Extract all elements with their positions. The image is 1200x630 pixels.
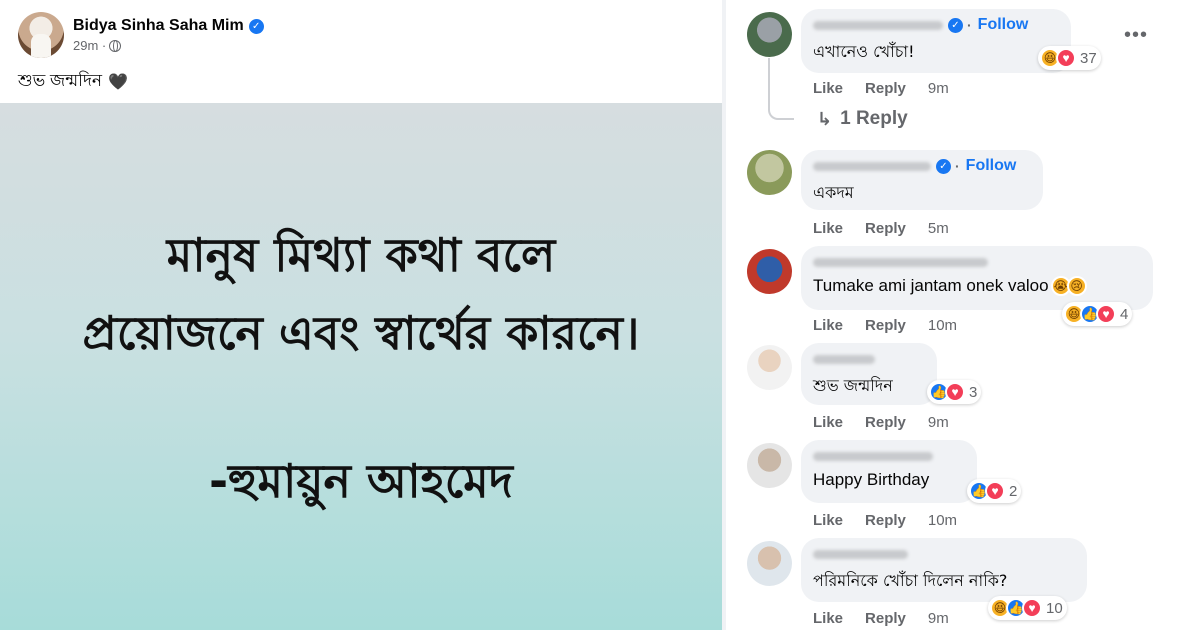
reply-button[interactable]: Reply — [865, 220, 906, 237]
comment-bubble: Tumake ami jantam onek valoo 😭 😢 — [801, 246, 1153, 310]
commenter-avatar[interactable] — [747, 345, 792, 390]
reply-button[interactable]: Reply — [865, 512, 906, 529]
verified-badge-icon: ✓ — [248, 18, 264, 34]
verified-badge-icon: ✓ — [936, 158, 951, 174]
reaction-count: 10 — [1046, 599, 1063, 617]
comments-panel: ••• ✓ · Follow এখানেও খোঁচা! 😆 ♥ 37 Like… — [726, 0, 1200, 630]
commenter-avatar[interactable] — [747, 249, 792, 294]
comment-text: একদম — [813, 183, 854, 202]
sad-emoji-icon: 😢 — [1066, 276, 1087, 296]
reaction-count: 4 — [1120, 305, 1129, 323]
commenter-avatar[interactable] — [747, 12, 792, 57]
reaction-summary[interactable]: 😆 ♥ 37 — [1038, 46, 1101, 70]
comment-actions: Like Reply 9m — [813, 414, 971, 431]
like-button[interactable]: Like — [813, 220, 843, 237]
reply-count: 1 Reply — [840, 108, 908, 129]
comment-text: শুভ জন্মদিন — [813, 376, 893, 395]
quote-line-2: প্রয়োজনে এবং স্বার্থের কারনে। — [82, 306, 640, 360]
love-icon: ♥ — [985, 481, 1005, 501]
view-replies-link[interactable]: ↳ 1 Reply — [817, 108, 908, 130]
commenter-name-blurred[interactable] — [813, 161, 931, 171]
reaction-summary[interactable]: 😆 👍 ♥ 10 — [988, 596, 1067, 620]
comment-time[interactable]: 10m — [928, 512, 957, 529]
quote-author: -হুমায়ুন আহমেদ — [209, 454, 513, 508]
comment-text: পরিমনিকে খোঁচা দিলেন নাকি? — [813, 571, 1008, 590]
love-icon: ♥ — [1096, 304, 1116, 324]
comment-bubble: পরিমনিকে খোঁচা দিলেন নাকি? — [801, 538, 1087, 602]
reaction-count: 2 — [1009, 482, 1018, 500]
reaction-summary[interactable]: 😆 👍 ♥ 4 — [1062, 302, 1133, 326]
comment-time[interactable]: 9m — [928, 414, 949, 431]
comment-bubble: Happy Birthday — [801, 440, 977, 503]
commenter-name-blurred[interactable] — [813, 354, 875, 364]
reply-button[interactable]: Reply — [865, 610, 906, 627]
commenter-name-blurred[interactable] — [813, 257, 988, 267]
post-caption-text: শুভ জন্মদিন — [18, 71, 103, 90]
like-button[interactable]: Like — [813, 610, 843, 627]
comment-time[interactable]: 5m — [928, 220, 949, 237]
love-icon: ♥ — [1022, 598, 1042, 618]
reaction-count: 3 — [969, 383, 978, 401]
quote-line-1: মানুষ মিথ্যা কথা বলে — [166, 228, 556, 282]
black-heart-icon: 🖤 — [108, 74, 128, 91]
dot-separator: · — [98, 38, 107, 53]
facebook-post: Bidya Sinha Saha Mim ✓ 29m · শুভ জন্মদিন… — [0, 0, 722, 630]
like-button[interactable]: Like — [813, 80, 843, 97]
love-icon: ♥ — [1056, 48, 1076, 68]
comment-actions: Like Reply 9m — [813, 610, 971, 627]
reaction-summary[interactable]: 👍 ♥ 3 — [927, 380, 982, 404]
follow-button[interactable]: Follow — [978, 16, 1029, 34]
post-image[interactable]: মানুষ মিথ্যা কথা বলে প্রয়োজনে এবং স্বার… — [0, 103, 722, 630]
post-caption: শুভ জন্মদিন 🖤 — [18, 68, 128, 96]
commenter-name-blurred[interactable] — [813, 451, 933, 461]
commenter-avatar[interactable] — [747, 443, 792, 488]
globe-icon[interactable] — [109, 39, 122, 52]
like-button[interactable]: Like — [813, 414, 843, 431]
commenter-avatar[interactable] — [747, 150, 792, 195]
comment-actions: Like Reply 10m — [813, 512, 979, 529]
more-options-icon[interactable]: ••• — [1124, 25, 1148, 45]
comment-time[interactable]: 9m — [928, 610, 949, 627]
comment-bubble: ✓ · Follow এখানেও খোঁচা! — [801, 9, 1071, 73]
comment-actions: Like Reply 5m — [813, 220, 971, 237]
comment-actions: Like Reply 9m — [813, 80, 971, 97]
commenter-name-blurred[interactable] — [813, 20, 943, 30]
like-button[interactable]: Like — [813, 512, 843, 529]
love-icon: ♥ — [945, 382, 965, 402]
reaction-count: 37 — [1080, 49, 1097, 67]
comment-bubble: শুভ জন্মদিন — [801, 343, 937, 405]
comment-time[interactable]: 10m — [928, 317, 957, 334]
post-time[interactable]: 29m — [73, 38, 98, 53]
reply-button[interactable]: Reply — [865, 80, 906, 97]
comment-bubble: ✓ · Follow একদম — [801, 150, 1043, 210]
commenter-name-blurred[interactable] — [813, 549, 908, 559]
author-avatar[interactable] — [18, 12, 64, 58]
verified-badge-icon: ✓ — [948, 17, 963, 33]
like-button[interactable]: Like — [813, 317, 843, 334]
commenter-avatar[interactable] — [747, 541, 792, 586]
comment-text: Happy Birthday — [813, 470, 930, 489]
reply-button[interactable]: Reply — [865, 414, 906, 431]
reply-arrow-icon: ↳ — [817, 108, 833, 129]
reaction-summary[interactable]: 👍 ♥ 2 — [967, 479, 1022, 503]
comment-time[interactable]: 9m — [928, 80, 949, 97]
reply-button[interactable]: Reply — [865, 317, 906, 334]
comment-text: Tumake ami jantam onek valoo — [813, 276, 1049, 295]
follow-button[interactable]: Follow — [966, 157, 1017, 175]
comment-text: এখানেও খোঁচা! — [813, 42, 915, 61]
post-header: Bidya Sinha Saha Mim ✓ 29m · — [18, 10, 264, 60]
comment-actions: Like Reply 10m — [813, 317, 979, 334]
thread-line — [768, 58, 794, 120]
author-name[interactable]: Bidya Sinha Saha Mim — [73, 17, 244, 35]
